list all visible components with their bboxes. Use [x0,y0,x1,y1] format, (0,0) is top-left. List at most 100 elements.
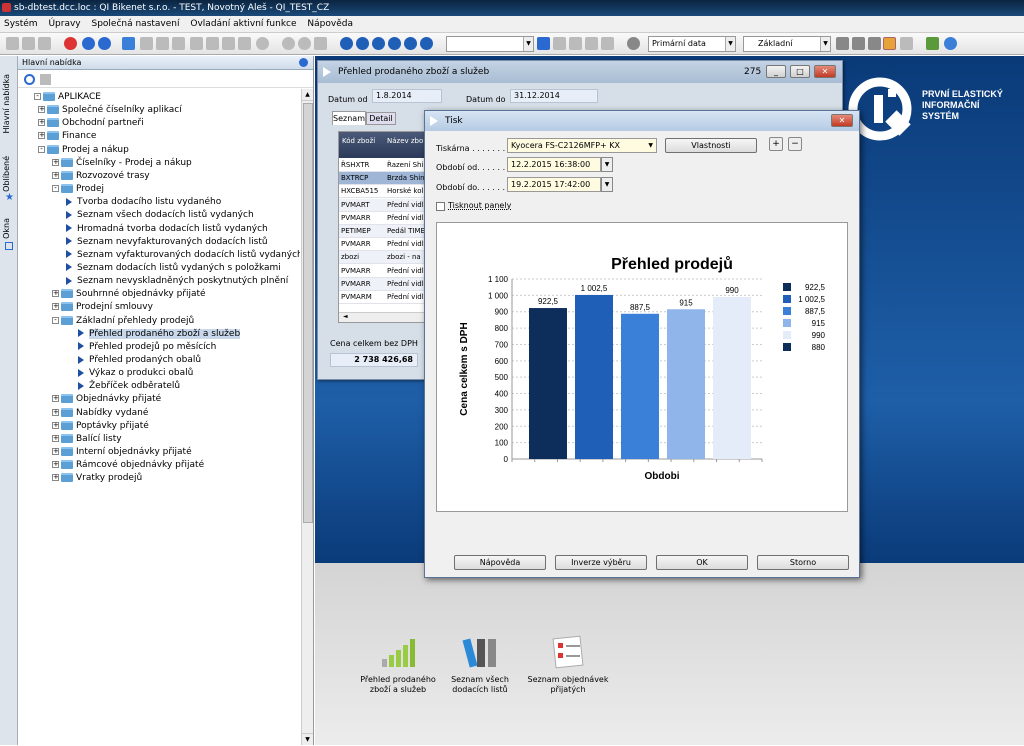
table-row[interactable]: PVMARM Přední vidl [339,291,425,304]
tree-folder[interactable]: + Rozvozové trasy [52,170,150,183]
last-record-icon[interactable] [420,37,433,50]
grid-col-code[interactable]: Kód zboží [342,135,375,147]
print-close-button[interactable]: ✕ [831,114,853,127]
invert-selection-button[interactable]: Inverze výběru [555,555,647,570]
menu-active-function[interactable]: Ovladání aktivní funkce [190,19,296,29]
expand-icon[interactable]: + [52,395,59,403]
date-to-field[interactable]: 31.12.2014 [510,89,598,103]
copy-icon[interactable] [38,37,51,50]
zoom-in-icon[interactable]: + [769,137,783,151]
tree-folder[interactable]: + Souhrnné objednávky přijaté [52,288,206,301]
nav-scrollbar[interactable]: ▲ ▼ [301,89,313,745]
dock-item-received-orders[interactable]: Seznam objednávek přijatých [523,635,613,695]
data-source-select[interactable]: Primární data ▼ [648,36,736,52]
expand-icon[interactable]: + [52,408,59,416]
tools-icon[interactable] [900,37,913,50]
cancel-icon[interactable] [314,37,327,50]
tree-folder[interactable]: + Objednávky přijaté [52,393,161,406]
tree-folder[interactable]: + Nabídky vydané [52,407,148,420]
next-page-icon[interactable] [404,37,417,50]
refresh-icon[interactable] [122,37,135,50]
expand-icon[interactable]: + [52,461,59,469]
table-row[interactable]: PVMARR Přední vidl [339,277,425,291]
tree-item[interactable]: Hromadná tvorba dodacích listů vydaných [66,223,268,236]
tree-folder[interactable]: + Vratky prodejů [52,472,142,485]
tab-list[interactable]: Seznam [332,111,366,125]
tree-folder[interactable]: - Základní přehledy prodejů [52,315,194,328]
refresh-icon[interactable] [24,74,35,85]
menu-system[interactable]: Systém [4,19,38,29]
menu-help[interactable]: Nápověda [307,19,353,29]
table-row[interactable]: PVMARR Přední vidl [339,265,425,278]
tree-item[interactable]: Přehled prodaných obalů [78,354,201,367]
user-icon[interactable] [944,37,957,50]
collapse-icon[interactable]: - [34,93,41,100]
chevron-down-icon[interactable]: ▼ [601,177,613,192]
expand-icon[interactable]: + [52,158,59,166]
check-icon[interactable] [140,37,153,50]
tree-folder[interactable]: + Finance [38,130,96,143]
circle-icon[interactable] [256,37,269,50]
filter-remove-icon[interactable] [601,37,614,50]
tab-favorites[interactable]: Oblíbené [2,156,11,192]
expand-icon[interactable]: + [52,421,59,429]
tab-main-menu[interactable]: Hlavní nabídka [2,74,11,133]
cancel-button[interactable]: Storno [757,555,849,570]
settings-gear-icon[interactable] [627,37,640,50]
tree-item[interactable]: Seznam nevyskladněných poskytnutých plně… [66,275,288,288]
view-select[interactable]: Základní ▼ [743,36,831,52]
edit-icon[interactable] [156,37,169,50]
filter-edit-icon[interactable] [553,37,566,50]
collapse-icon[interactable]: - [52,185,59,193]
collapse-icon[interactable] [40,74,51,85]
dock-item-delivery-notes[interactable]: Seznam všech dodacích listů [435,635,525,695]
pin-icon[interactable] [299,58,308,67]
next-record-icon[interactable] [388,37,401,50]
filter-select[interactable]: ▼ [446,36,534,52]
prev-record-icon[interactable] [372,37,385,50]
config-icon[interactable] [836,37,849,50]
expand-icon[interactable]: + [38,119,45,127]
tree-item[interactable]: Seznam všech dodacích listů vydaných [66,209,254,222]
grid-icon[interactable] [868,37,881,50]
collapse-icon[interactable]: - [52,316,59,324]
highlight-icon[interactable] [883,37,896,50]
table-row[interactable]: PETIMEP Pedál TIME [339,225,425,238]
tree-folder[interactable]: + Poptávky přijaté [52,420,149,433]
add-icon[interactable] [282,37,295,50]
period-to-field[interactable]: 19.2.2015 17:42:00 ▼ [507,177,613,192]
tree-item[interactable]: Žebříček odběratelů [78,380,180,393]
close-button[interactable]: ✕ [814,65,836,78]
tree-folder[interactable]: - Prodej a nákup [38,144,129,157]
expand-icon[interactable]: + [52,290,59,298]
collapse-icon[interactable]: - [38,145,45,153]
tree-folder[interactable]: + Balící listy [52,433,122,446]
table-row[interactable]: HXCBA515 Horské kol [339,185,425,199]
tab-detail[interactable]: Detail [366,112,396,125]
prev-page-icon[interactable] [356,37,369,50]
tree-item[interactable]: Seznam vyfakturovaných dodacích listů vy… [66,249,300,262]
help-icon[interactable] [64,37,77,50]
export-icon[interactable] [238,37,251,50]
tree-item[interactable]: Seznam dodacích listů vydaných s položka… [66,262,281,275]
tree-folder[interactable]: + Interní objednávky přijaté [52,446,192,459]
info-icon[interactable] [82,37,95,50]
dock-item-sales-overview[interactable]: Přehled prodaného zboží a služeb [353,635,443,695]
ok-button[interactable]: OK [656,555,748,570]
print-icon[interactable] [222,37,235,50]
sort-icon[interactable] [569,37,582,50]
tree-folder[interactable]: + Rámcové objednávky přijaté [52,459,204,472]
table-row[interactable]: BXTRCP Brzda Shin [339,172,425,186]
search-icon[interactable] [190,37,203,50]
expand-icon[interactable]: + [52,448,59,456]
date-from-field[interactable]: 1.8.2014 [372,89,442,103]
table-row[interactable]: zbozi zbozi - na [339,251,425,265]
table-row[interactable]: PVMART Přední vidl [339,198,425,212]
printer-select[interactable]: Kyocera FS-C2126MFP+ KX ▼ [507,138,657,153]
menu-edit[interactable]: Úpravy [48,19,80,29]
minimize-button[interactable]: _ [766,65,786,78]
filter-icon[interactable] [537,37,550,50]
tree-folder[interactable]: - APLIKACE [34,91,101,104]
print-panels-checkbox[interactable] [436,202,445,211]
table-row[interactable]: PVMARR Přední vidl [339,212,425,225]
